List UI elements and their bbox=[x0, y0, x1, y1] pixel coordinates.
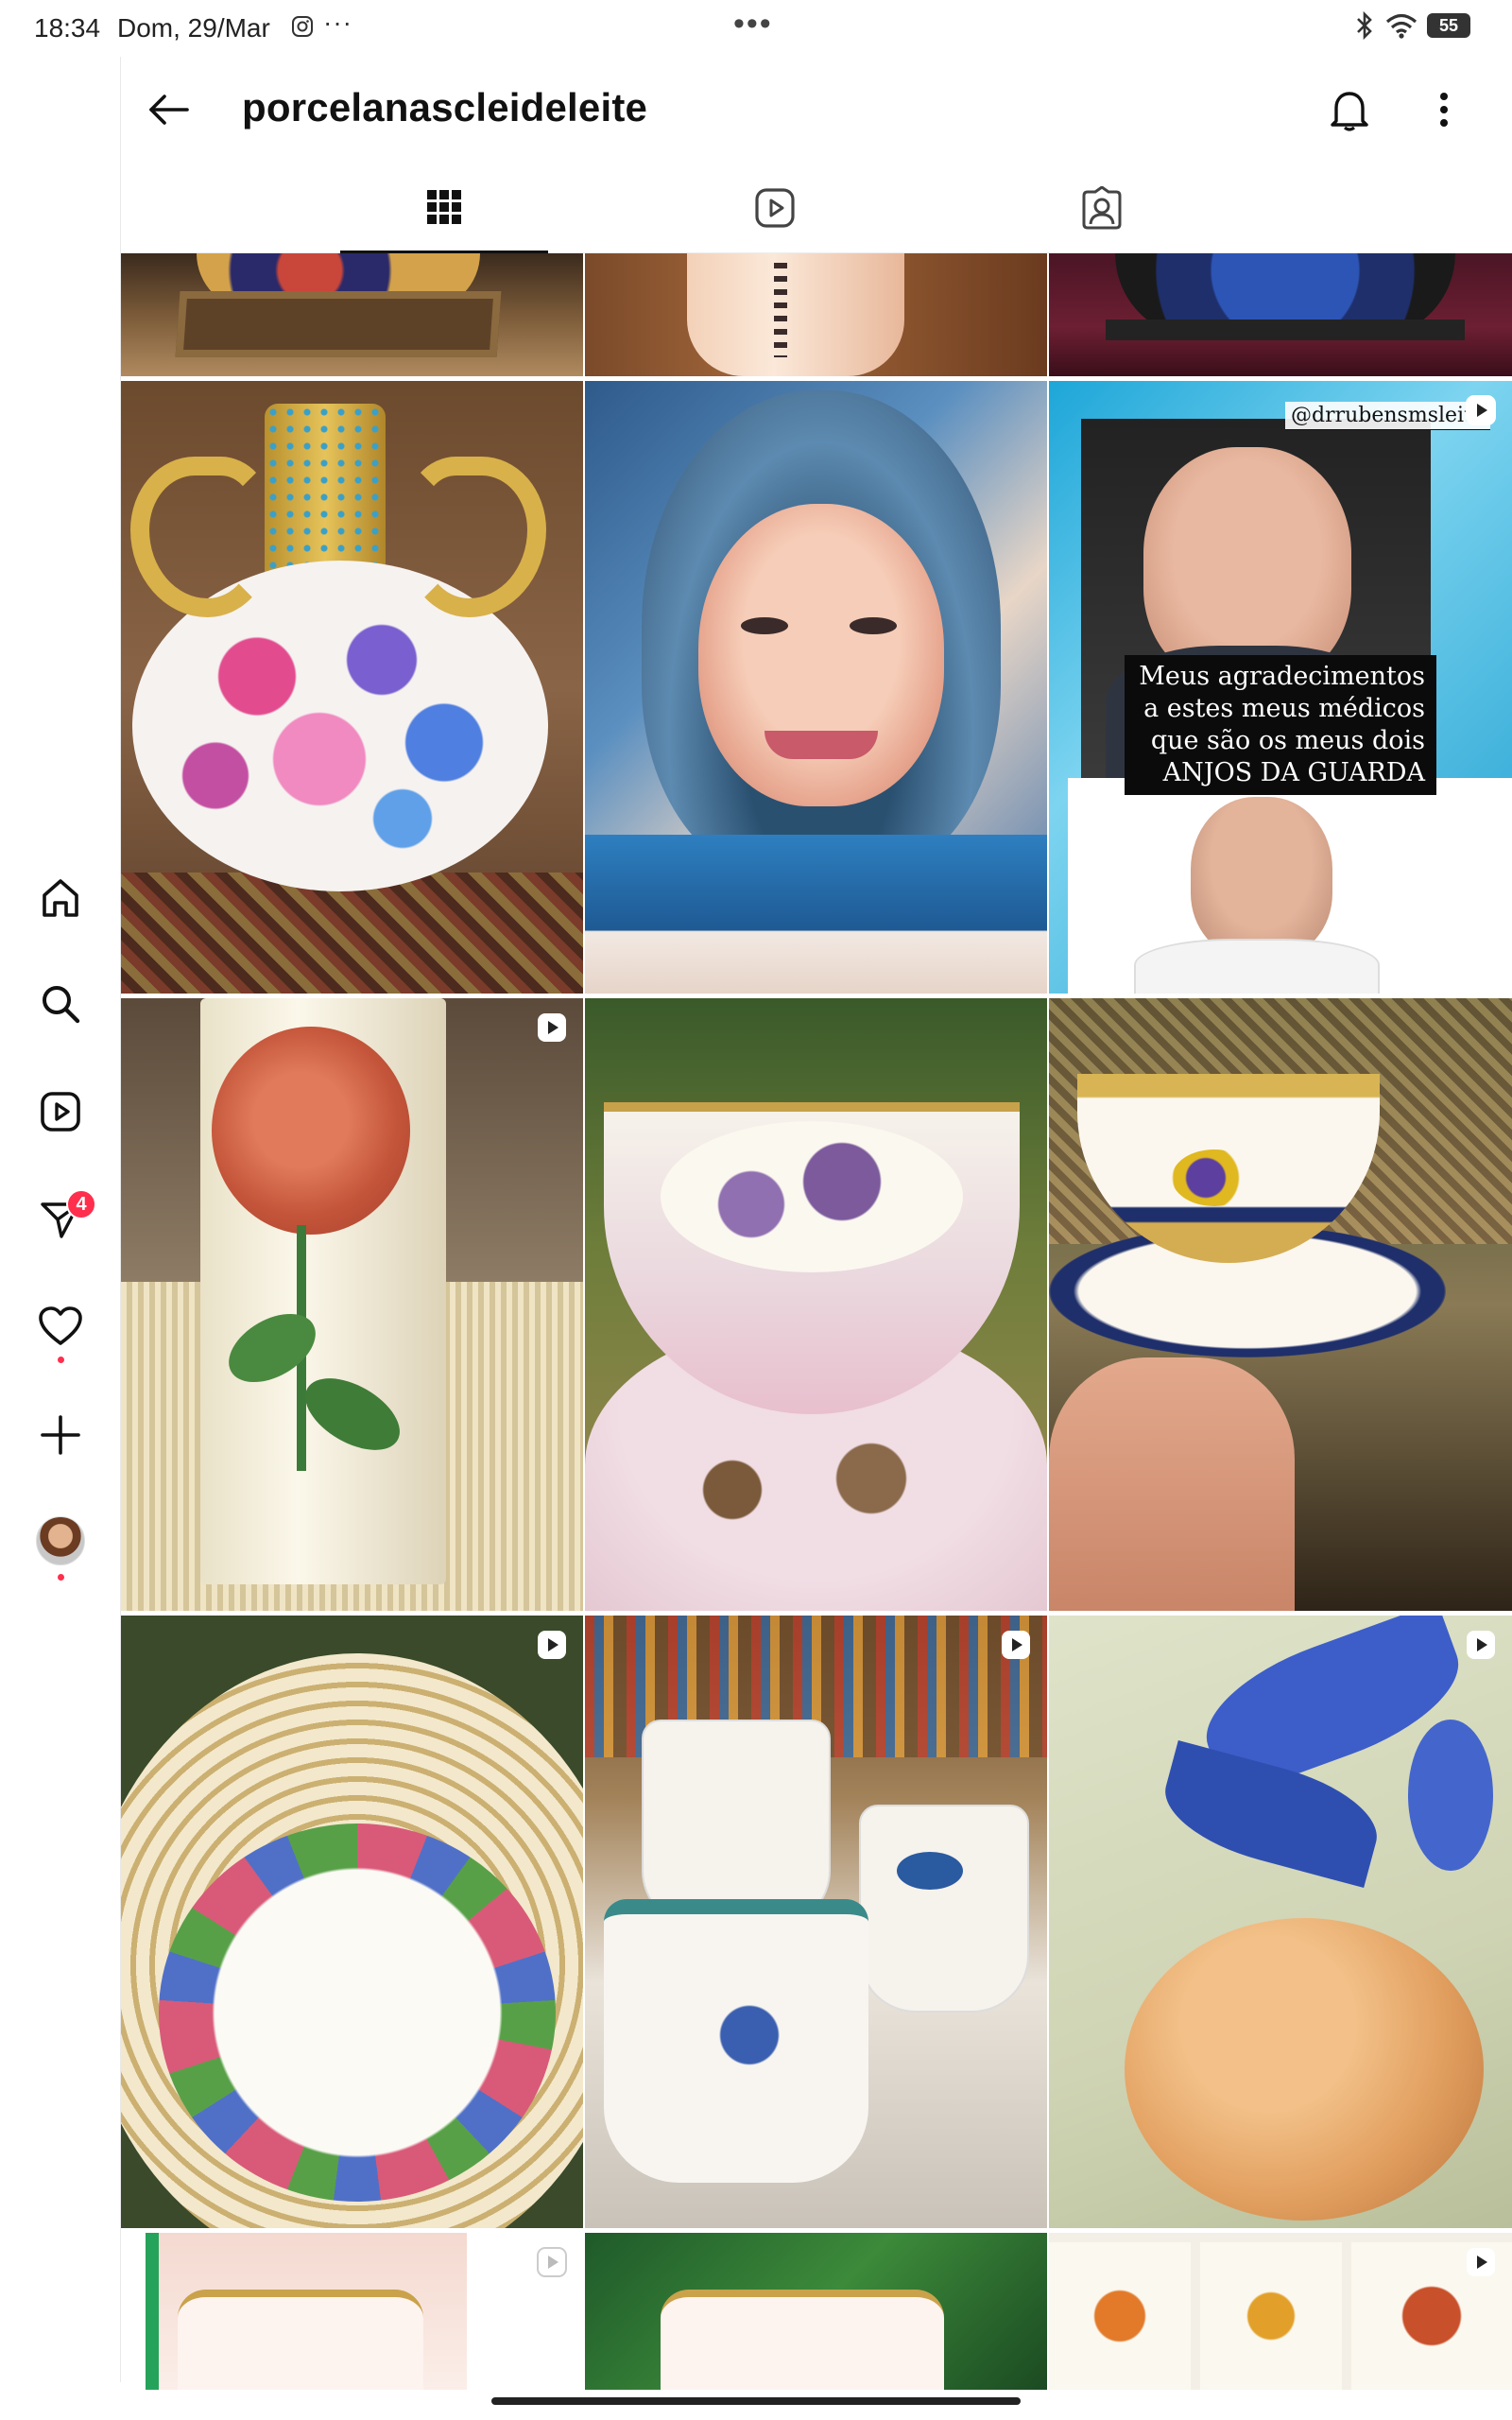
wifi-icon bbox=[1385, 13, 1418, 39]
post-thumbnail[interactable] bbox=[585, 998, 1047, 1611]
status-date: Dom, 29/Mar bbox=[117, 13, 270, 43]
multiwindow-handle[interactable]: ••• bbox=[733, 6, 773, 43]
post-thumbnail[interactable] bbox=[1049, 1616, 1512, 2228]
avatar bbox=[36, 1516, 85, 1565]
tab-reels[interactable] bbox=[671, 163, 879, 253]
nav-reels[interactable] bbox=[30, 1081, 91, 1142]
post-thumbnail[interactable] bbox=[585, 381, 1047, 994]
back-arrow-icon bbox=[149, 95, 189, 125]
notifications-button[interactable] bbox=[1323, 83, 1376, 136]
reel-indicator-icon bbox=[537, 2247, 567, 2277]
post-thumbnail[interactable] bbox=[1049, 253, 1512, 376]
create-icon bbox=[41, 1415, 80, 1455]
options-button[interactable] bbox=[1418, 83, 1470, 136]
profile-dot bbox=[58, 1574, 64, 1581]
bluetooth-icon bbox=[1357, 11, 1372, 40]
heart-icon bbox=[39, 1306, 82, 1345]
left-navigation-rail: 4 bbox=[0, 57, 121, 2382]
tagged-icon bbox=[1082, 186, 1122, 230]
status-bar: 18:34 Dom, 29/Mar ··· ••• 55 bbox=[0, 0, 1512, 57]
reel-indicator-icon bbox=[538, 1013, 566, 1042]
gesture-home-indicator[interactable] bbox=[491, 2397, 1021, 2405]
post-thumbnail[interactable]: @drrubensmsleite Meus agradecimentos a e… bbox=[1049, 381, 1512, 994]
status-right-icons: 55 bbox=[1353, 11, 1470, 40]
reel-indicator-icon bbox=[1466, 395, 1496, 425]
tagged-handle: @drrubensmsleite bbox=[1285, 402, 1490, 430]
post-thumbnail[interactable] bbox=[585, 253, 1047, 376]
nav-activity[interactable] bbox=[30, 1297, 91, 1363]
nav-direct[interactable]: 4 bbox=[30, 1189, 96, 1250]
post-thumbnail[interactable] bbox=[121, 2233, 583, 2390]
reel-indicator-icon bbox=[1002, 1631, 1030, 1659]
status-time: 18:34 bbox=[34, 13, 101, 43]
nav-profile[interactable] bbox=[30, 1511, 91, 1581]
reels-icon bbox=[755, 188, 795, 228]
tab-posts[interactable] bbox=[340, 163, 548, 253]
search-icon bbox=[43, 986, 80, 1024]
tab-tagged[interactable] bbox=[998, 163, 1206, 253]
reel-indicator-icon bbox=[1467, 2248, 1495, 2276]
posts-grid: @drrubensmsleite Meus agradecimentos a e… bbox=[121, 253, 1512, 2390]
post-thumbnail[interactable] bbox=[585, 1616, 1047, 2228]
back-button[interactable] bbox=[140, 81, 197, 138]
reels-nav-icon bbox=[41, 1092, 80, 1132]
post-thumbnail[interactable] bbox=[585, 2233, 1047, 2390]
reel-indicator-icon bbox=[1467, 1631, 1495, 1659]
status-more-indicator: ··· bbox=[323, 8, 352, 37]
profile-username: porcelanascleideleite bbox=[242, 85, 648, 130]
post-thumbnail[interactable] bbox=[121, 253, 583, 376]
activity-dot bbox=[58, 1357, 64, 1363]
instagram-notification-icon bbox=[292, 16, 313, 37]
post-thumbnail[interactable] bbox=[1049, 998, 1512, 1611]
grid-icon bbox=[427, 189, 461, 224]
post-caption-overlay: Meus agradecimentos a estes meus médicos… bbox=[1125, 655, 1436, 795]
post-thumbnail[interactable] bbox=[121, 381, 583, 994]
battery-indicator: 55 bbox=[1427, 13, 1470, 38]
direct-unread-badge: 4 bbox=[66, 1189, 96, 1219]
post-thumbnail[interactable] bbox=[1049, 2233, 1512, 2390]
kebab-icon bbox=[1440, 93, 1448, 127]
nav-create[interactable] bbox=[30, 1405, 91, 1465]
home-icon bbox=[43, 879, 78, 917]
nav-search[interactable] bbox=[30, 974, 91, 1034]
post-thumbnail[interactable] bbox=[121, 998, 583, 1611]
post-thumbnail[interactable] bbox=[121, 1616, 583, 2228]
profile-tabs bbox=[121, 163, 1512, 253]
bell-icon bbox=[1331, 92, 1368, 131]
profile-header: porcelanascleideleite bbox=[121, 57, 1512, 163]
reel-indicator-icon bbox=[538, 1631, 566, 1659]
nav-home[interactable] bbox=[30, 868, 91, 928]
